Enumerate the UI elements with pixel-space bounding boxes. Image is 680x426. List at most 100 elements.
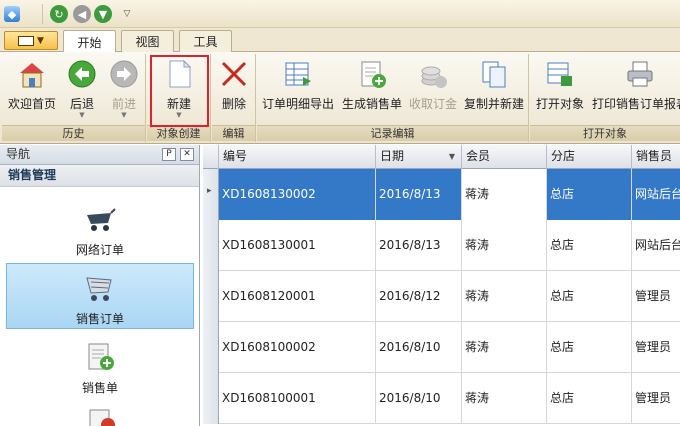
- column-header-salesperson[interactable]: 销售员: [632, 145, 680, 169]
- table-cell[interactable]: 总店: [547, 220, 632, 271]
- table-row[interactable]: XD1608130001 2016/8/13 蒋涛 总店 网站后台: [203, 220, 680, 271]
- group-label-create: 对象创建: [147, 125, 210, 141]
- navigation-pane: 导航 P ✕ 销售管理 网络订单 销售订单 销售单: [0, 145, 200, 426]
- table-cell[interactable]: 蒋涛: [462, 373, 547, 424]
- back-circle-icon[interactable]: ◀: [73, 5, 91, 23]
- cart-icon: [84, 203, 116, 235]
- table-cell[interactable]: 2016/8/13: [376, 169, 462, 220]
- print-sales-order-report-label: 打印销售订单报表: [591, 97, 680, 111]
- column-header-number[interactable]: 编号: [219, 145, 376, 169]
- down-circle-icon[interactable]: ▼: [94, 5, 112, 23]
- app-gem-icon[interactable]: ◆: [4, 6, 20, 22]
- home-icon: [17, 59, 47, 89]
- open-object-label: 打开对象: [535, 97, 584, 111]
- pin-icon[interactable]: P: [162, 148, 176, 161]
- table-cell[interactable]: 蒋涛: [462, 169, 547, 220]
- document-add-icon: [357, 59, 387, 89]
- tab-start[interactable]: 开始: [63, 30, 116, 53]
- sidebar-item-label: 销售单: [81, 381, 118, 395]
- table-cell[interactable]: XD1608120001: [219, 271, 376, 322]
- generate-sales-order-button[interactable]: 生成销售单: [339, 56, 405, 124]
- table-cell[interactable]: 总店: [547, 322, 632, 373]
- column-header-member[interactable]: 会员: [462, 145, 547, 169]
- sidebar-item-sales-slip[interactable]: 销售单: [6, 333, 194, 399]
- navigation-pane-header: 导航 P ✕: [0, 145, 199, 165]
- ribbon-group-record-edit: 订单明细导出 生成销售单 收取订金 复制并新建 记录编辑: [257, 54, 529, 142]
- document-add-icon: [84, 341, 116, 373]
- sort-desc-icon: ▼: [448, 152, 455, 161]
- group-label-history: 历史: [2, 125, 145, 141]
- group-label-edit: 编辑: [212, 125, 255, 141]
- group-label-record-edit: 记录编辑: [257, 125, 528, 141]
- qa-divider: [42, 4, 43, 24]
- row-header[interactable]: [203, 373, 219, 424]
- new-button-highlight: [150, 55, 209, 127]
- column-header-date[interactable]: 日期 ▼: [376, 145, 462, 169]
- table-row[interactable]: XD1608100001 2016/8/10 蒋涛 总店 管理员: [203, 373, 680, 424]
- table-cell[interactable]: 蒋涛: [462, 322, 547, 373]
- table-cell[interactable]: 2016/8/10: [376, 373, 462, 424]
- generate-sales-order-label: 生成销售单: [341, 97, 402, 111]
- table-cell[interactable]: 蒋涛: [462, 220, 547, 271]
- table-row[interactable]: XD1608100002 2016/8/10 蒋涛 总店 管理员: [203, 322, 680, 373]
- refresh-icon[interactable]: ↻: [50, 5, 68, 23]
- table-cell[interactable]: 总店: [547, 271, 632, 322]
- table-cell[interactable]: 2016/8/13: [376, 220, 462, 271]
- ribbon-group-history: 欢迎首页 后退 ▼ 前进 ▼ 历史: [2, 54, 146, 142]
- title-bar: ◆ ↻ ◀ ▼ ▽: [0, 0, 680, 28]
- app-menu-button[interactable]: ▼: [4, 31, 58, 50]
- close-icon[interactable]: ✕: [180, 148, 194, 161]
- delete-button[interactable]: 删除: [214, 56, 254, 124]
- table-cell[interactable]: 管理员: [632, 322, 680, 373]
- table-cell[interactable]: 蒋涛: [462, 271, 547, 322]
- row-header[interactable]: [203, 271, 219, 322]
- welcome-home-button[interactable]: 欢迎首页: [6, 56, 58, 124]
- copy-and-new-button[interactable]: 复制并新建: [461, 56, 527, 124]
- tab-view[interactable]: 视图: [121, 30, 174, 52]
- table-cell[interactable]: XD1608100002: [219, 322, 376, 373]
- sidebar-item-label: 网络订单: [75, 243, 124, 257]
- table-cell[interactable]: 总店: [547, 373, 632, 424]
- chevron-down-icon: ▼: [37, 35, 44, 46]
- table-cell[interactable]: 总店: [547, 169, 632, 220]
- column-header-branch[interactable]: 分店: [547, 145, 632, 169]
- ribbon: 欢迎首页 后退 ▼ 前进 ▼ 历史 新建 ▼ 对象创建 删除 编辑 订单明细导出…: [0, 52, 680, 144]
- row-header[interactable]: [203, 220, 219, 271]
- export-order-details-label: 订单明细导出: [261, 97, 334, 111]
- table-cell[interactable]: 管理员: [632, 373, 680, 424]
- sidebar-item-online-orders[interactable]: 网络订单: [6, 195, 194, 261]
- sidebar-item-sales-orders[interactable]: 销售订单: [6, 263, 194, 329]
- table-cell[interactable]: XD1608130002: [219, 169, 376, 220]
- table-cell[interactable]: XD1608130001: [219, 220, 376, 271]
- arrow-right-icon: [109, 59, 139, 89]
- open-object-button[interactable]: 打开对象: [532, 56, 588, 124]
- forward-button: 前进 ▼: [104, 56, 144, 124]
- delete-label: 删除: [221, 97, 246, 111]
- sales-order-grid: 编号 日期 ▼ 会员 分店 销售员 ▸ XD1608130002 2016/8/13 蒋…: [203, 145, 680, 426]
- table-cell[interactable]: 2016/8/12: [376, 271, 462, 322]
- current-row-indicator-icon: ▸: [207, 186, 212, 196]
- table-export-icon: [283, 59, 313, 89]
- row-header[interactable]: [203, 322, 219, 373]
- open-table-icon: [545, 59, 575, 89]
- table-cell[interactable]: 网站后台: [632, 220, 680, 271]
- sidebar-group-sales-management[interactable]: 销售管理: [0, 165, 199, 187]
- back-dropdown-icon[interactable]: ▼: [79, 112, 84, 119]
- tab-tools[interactable]: 工具: [179, 30, 232, 52]
- row-header[interactable]: ▸: [203, 169, 219, 220]
- sidebar-item-next-partial[interactable]: [86, 407, 116, 426]
- column-header-date-label: 日期: [380, 149, 405, 163]
- ribbon-group-edit: 删除 编辑: [212, 54, 256, 142]
- table-row[interactable]: XD1608120001 2016/8/12 蒋涛 总店 管理员: [203, 271, 680, 322]
- table-cell[interactable]: 2016/8/10: [376, 322, 462, 373]
- ribbon-group-open: 打开对象 打印销售订单报表 打开对象: [530, 54, 680, 142]
- row-header-corner: [203, 145, 219, 169]
- table-cell[interactable]: 管理员: [632, 271, 680, 322]
- quick-access-dropdown-icon[interactable]: ▽: [118, 5, 136, 23]
- print-sales-order-report-button[interactable]: 打印销售订单报表: [590, 56, 680, 124]
- export-order-details-button[interactable]: 订单明细导出: [259, 56, 337, 124]
- table-cell[interactable]: XD1608100001: [219, 373, 376, 424]
- table-cell[interactable]: 网站后台: [632, 169, 680, 220]
- back-button[interactable]: 后退 ▼: [62, 56, 102, 124]
- table-row[interactable]: ▸ XD1608130002 2016/8/13 蒋涛 总店 网站后台: [203, 169, 680, 220]
